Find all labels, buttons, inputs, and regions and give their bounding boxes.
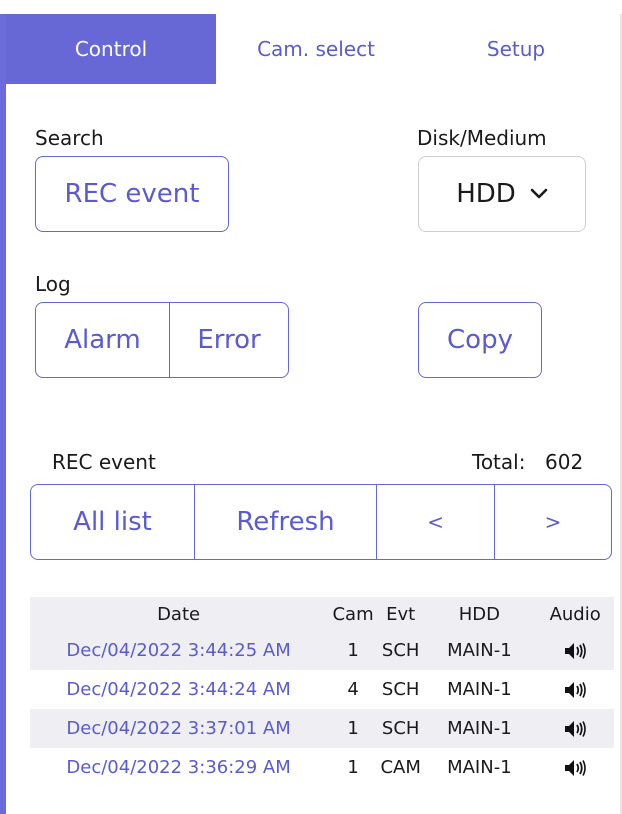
tab-control[interactable]: Control: [6, 14, 216, 84]
event-cam: 4: [327, 670, 379, 709]
table-row[interactable]: Dec/04/2022 3:44:24 AM 4 SCH MAIN-1: [30, 670, 614, 709]
speaker-icon[interactable]: [564, 681, 586, 699]
event-cam: 1: [327, 631, 379, 670]
all-list-button[interactable]: All list: [31, 485, 195, 559]
tab-setup[interactable]: Setup: [416, 14, 616, 84]
disk-medium-value: HDD: [456, 179, 516, 209]
log-label: Log: [35, 272, 71, 296]
event-type: SCH: [378, 670, 423, 709]
refresh-button[interactable]: Refresh: [195, 485, 377, 559]
event-hdd: MAIN-1: [422, 748, 537, 787]
hdd-column-header: HDD: [422, 597, 537, 631]
event-audio: [536, 748, 614, 787]
error-log-button[interactable]: Error: [170, 303, 288, 377]
rec-event-table: Date Cam Evt HDD Audio Dec/04/2022 3:44:…: [30, 597, 614, 787]
rec-event-button-group: All list Refresh < >: [30, 484, 612, 560]
event-audio: [536, 709, 614, 748]
alarm-log-button[interactable]: Alarm: [36, 303, 170, 377]
event-audio: [536, 631, 614, 670]
window-top-margin: [0, 0, 622, 14]
speaker-icon[interactable]: [564, 759, 586, 777]
disk-medium-label: Disk/Medium: [417, 126, 547, 150]
event-date-link[interactable]: Dec/04/2022 3:36:29 AM: [30, 748, 328, 787]
event-audio: [536, 670, 614, 709]
window-left-border: [0, 0, 6, 814]
tab-bar: Control Cam. select Setup: [6, 14, 616, 84]
disk-medium-select[interactable]: HDD: [418, 156, 586, 232]
evt-column-header: Evt: [378, 597, 423, 631]
event-date-link[interactable]: Dec/04/2022 3:44:24 AM: [30, 670, 328, 709]
event-type: CAM: [378, 748, 423, 787]
cam-column-header: Cam: [327, 597, 379, 631]
prev-page-button[interactable]: <: [377, 485, 495, 559]
event-hdd: MAIN-1: [422, 709, 537, 748]
table-row[interactable]: Dec/04/2022 3:44:25 AM 1 SCH MAIN-1: [30, 631, 614, 670]
chevron-down-icon: [530, 188, 548, 199]
copy-button[interactable]: Copy: [418, 302, 542, 378]
rec-event-search-button[interactable]: REC event: [35, 156, 229, 232]
table-row[interactable]: Dec/04/2022 3:37:01 AM 1 SCH MAIN-1: [30, 709, 614, 748]
date-column-header: Date: [30, 597, 328, 631]
event-date-link[interactable]: Dec/04/2022 3:44:25 AM: [30, 631, 328, 670]
next-page-button[interactable]: >: [495, 485, 611, 559]
event-cam: 1: [327, 709, 379, 748]
search-label: Search: [35, 126, 104, 150]
table-header-row: Date Cam Evt HDD Audio: [30, 597, 614, 631]
audio-column-header: Audio: [536, 597, 614, 631]
rec-event-section-title: REC event: [52, 450, 156, 474]
total-label: Total:: [472, 450, 526, 474]
event-cam: 1: [327, 748, 379, 787]
log-button-group: Alarm Error: [35, 302, 289, 378]
total-count: 602: [545, 450, 584, 474]
tab-cam-select[interactable]: Cam. select: [216, 14, 416, 84]
speaker-icon[interactable]: [564, 720, 586, 738]
event-date-link[interactable]: Dec/04/2022 3:37:01 AM: [30, 709, 328, 748]
table-row[interactable]: Dec/04/2022 3:36:29 AM 1 CAM MAIN-1: [30, 748, 614, 787]
event-hdd: MAIN-1: [422, 631, 537, 670]
speaker-icon[interactable]: [564, 642, 586, 660]
event-type: SCH: [378, 709, 423, 748]
event-type: SCH: [378, 631, 423, 670]
event-hdd: MAIN-1: [422, 670, 537, 709]
